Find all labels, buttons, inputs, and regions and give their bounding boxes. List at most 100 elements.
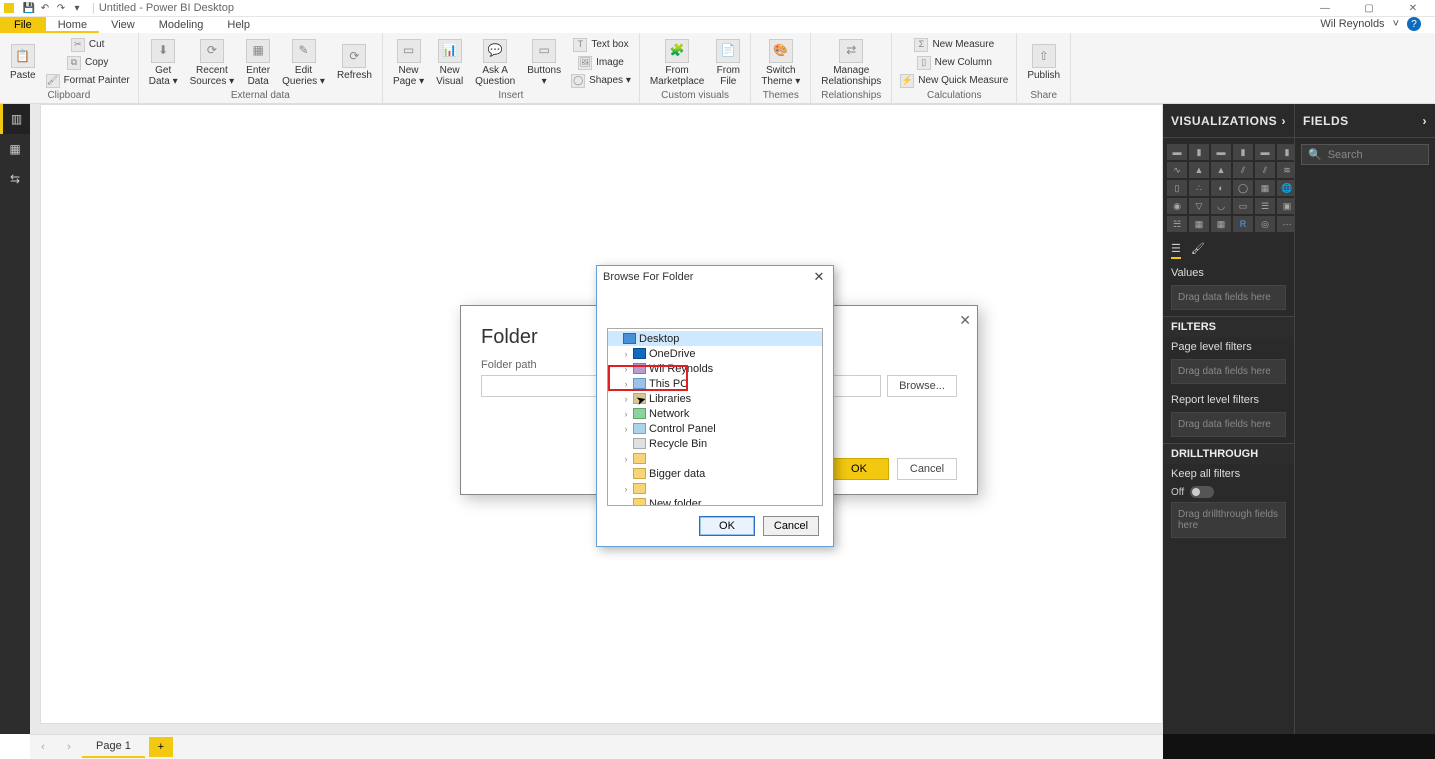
values-dropzone[interactable]: Drag data fields here [1171,285,1286,310]
viz-area-icon[interactable]: ▲ [1189,162,1209,178]
report-filters-dropzone[interactable]: Drag data fields here [1171,412,1286,437]
viz-pie-icon[interactable]: ◐ [1211,180,1231,196]
page-prev-icon[interactable]: ‹ [30,741,56,753]
viz-treemap-icon[interactable]: ▦ [1255,180,1275,196]
redo-icon[interactable]: ↷ [54,1,68,15]
tree-item[interactable]: › [608,451,822,466]
fields-search[interactable]: 🔍Search [1301,144,1429,165]
collapse-icon[interactable]: › [1423,114,1428,128]
viz-r-icon[interactable]: R [1233,216,1253,232]
drillthrough-dropzone[interactable]: Drag drillthrough fields here [1171,502,1286,538]
tree-item-this-pc[interactable]: ›This PC [608,376,822,391]
viz-multirow-icon[interactable]: ☰ [1255,198,1275,214]
manage-relationships-button[interactable]: ⇄Manage Relationships [815,37,887,89]
image-button[interactable]: 🖼Image [567,54,635,72]
help-icon[interactable]: ? [1407,17,1421,31]
viz-stacked-bar-icon[interactable]: ▬ [1167,144,1187,160]
add-page-button[interactable]: + [149,737,173,757]
tree-item-control-panel[interactable]: ›Control Panel [608,421,822,436]
copy-button[interactable]: ⧉Copy [42,54,134,72]
viz-waterfall-icon[interactable]: ▯ [1167,180,1187,196]
publish-button[interactable]: ⇧Publish [1021,42,1066,83]
viz-ribbon-icon[interactable]: ≋ [1277,162,1295,178]
switch-theme-button[interactable]: 🎨Switch Theme ▾ [755,37,806,89]
viz-kpi-icon[interactable]: ▣ [1277,198,1295,214]
viz-more-icon[interactable]: ⋯ [1277,216,1295,232]
viz-stacked-column-icon[interactable]: ▮ [1189,144,1209,160]
save-icon[interactable]: 💾 [22,1,36,15]
viz-py-icon[interactable]: ◎ [1255,216,1275,232]
format-painter-button[interactable]: 🖌Format Painter [42,72,134,90]
tree-item-libraries[interactable]: ›Libraries [608,391,822,406]
viz-gauge-icon[interactable]: ◡ [1211,198,1231,214]
page-tab-1[interactable]: Page 1 [82,736,145,758]
quick-measure-button[interactable]: ⚡New Quick Measure [896,72,1012,90]
tab-home[interactable]: Home [46,17,99,33]
viz-combo2-icon[interactable]: ⫽ [1255,162,1275,178]
enter-data-button[interactable]: ▦Enter Data [240,37,276,89]
from-file-button[interactable]: 📄From File [710,37,746,89]
viz-clustered-column-icon[interactable]: ▮ [1233,144,1253,160]
tree-item[interactable]: › [608,481,822,496]
user-dropdown-icon[interactable]: ˅ [1393,18,1399,30]
viz-filled-map-icon[interactable]: ◉ [1167,198,1187,214]
refresh-button[interactable]: ⟳Refresh [331,42,378,83]
model-view-icon[interactable]: ⇆ [0,164,30,194]
browse-button[interactable]: Browse... [887,375,957,397]
browse-ok-button[interactable]: OK [699,516,755,536]
new-visual-button[interactable]: 📊New Visual [430,37,469,89]
tree-item-bigger-data[interactable]: Bigger data [608,466,822,481]
viz-card-icon[interactable]: ▭ [1233,198,1253,214]
undo-icon[interactable]: ↶ [38,1,52,15]
from-marketplace-button[interactable]: 🧩From Marketplace [644,37,710,89]
paste-button[interactable]: 📋Paste [4,42,42,83]
collapse-icon[interactable]: › [1282,114,1287,128]
browse-dialog-close-icon[interactable]: ✕ [811,269,827,285]
browse-cancel-button[interactable]: Cancel [763,516,819,536]
recent-sources-button[interactable]: ⟳Recent Sources ▾ [184,37,240,89]
viz-slicer-icon[interactable]: ☵ [1167,216,1187,232]
viz-map-icon[interactable]: 🌐 [1277,180,1295,196]
tab-modeling[interactable]: Modeling [147,17,216,33]
viz-100-column-icon[interactable]: ▮ [1277,144,1295,160]
folder-dialog-close-icon[interactable]: ✕ [959,312,971,329]
folder-tree[interactable]: Desktop ›OneDrive ›Wil Reynolds ›This PC… [607,328,823,506]
textbox-button[interactable]: TText box [567,36,635,54]
new-column-button[interactable]: ▯New Column [896,54,1012,72]
tree-item-recycle-bin[interactable]: Recycle Bin [608,436,822,451]
folder-ok-button[interactable]: OK [829,458,889,480]
viz-scatter-icon[interactable]: ∴ [1189,180,1209,196]
tree-item-new-folder[interactable]: New folder [608,496,822,506]
viz-table-icon[interactable]: ▦ [1189,216,1209,232]
tab-help[interactable]: Help [215,17,262,33]
viz-100-bar-icon[interactable]: ▬ [1255,144,1275,160]
ask-question-button[interactable]: 💬Ask A Question [469,37,521,89]
new-page-button[interactable]: ▭New Page ▾ [387,37,430,89]
user-name[interactable]: Wil Reynolds [1320,18,1384,30]
viz-donut-icon[interactable]: ◯ [1233,180,1253,196]
shapes-button[interactable]: ◯Shapes ▾ [567,72,635,90]
keep-filters-toggle[interactable] [1190,486,1214,498]
buttons-button[interactable]: ▭Buttons ▾ [521,37,567,89]
viz-stacked-area-icon[interactable]: ▲ [1211,162,1231,178]
tree-item-network[interactable]: ›Network [608,406,822,421]
page-filters-dropzone[interactable]: Drag data fields here [1171,359,1286,384]
report-view-icon[interactable]: ▥ [0,104,30,134]
fields-tab-icon[interactable]: ☰ [1171,242,1181,259]
data-view-icon[interactable]: ▦ [0,134,30,164]
viz-matrix-icon[interactable]: ▦ [1211,216,1231,232]
minimize-button[interactable]: — [1303,0,1347,17]
viz-funnel-icon[interactable]: ▽ [1189,198,1209,214]
tab-view[interactable]: View [99,17,147,33]
edit-queries-button[interactable]: ✎Edit Queries ▾ [276,37,331,89]
viz-combo-icon[interactable]: ⫽ [1233,162,1253,178]
get-data-button[interactable]: ⬇Get Data ▾ [143,37,184,89]
close-button[interactable]: ✕ [1391,0,1435,17]
viz-clustered-bar-icon[interactable]: ▬ [1211,144,1231,160]
cut-button[interactable]: ✂Cut [42,36,134,54]
folder-cancel-button[interactable]: Cancel [897,458,957,480]
tree-item-user[interactable]: ›Wil Reynolds [608,361,822,376]
tree-item-desktop[interactable]: Desktop [608,331,822,346]
tree-item-onedrive[interactable]: ›OneDrive [608,346,822,361]
qat-dropdown-icon[interactable]: ▾ [70,1,84,15]
